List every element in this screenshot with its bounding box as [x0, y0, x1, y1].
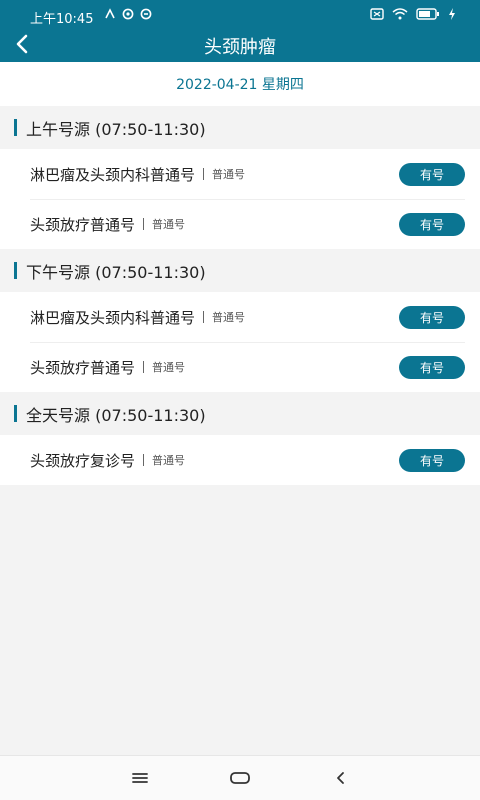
- section-morning: 上午号源 (07:50-11:30) 淋巴瘤及头颈内科普通号 普通号 有号 头颈…: [0, 106, 480, 249]
- clinic-type: 普通号: [212, 168, 246, 181]
- app-notification-icon-2: [140, 8, 152, 20]
- status-icons-right: [370, 8, 456, 20]
- clinic-name: 淋巴瘤及头颈内科普通号: [30, 165, 196, 184]
- back-icon: [337, 772, 344, 784]
- section-header: 上午号源 (07:50-11:30): [0, 106, 480, 149]
- clinic-name: 淋巴瘤及头颈内科普通号: [30, 308, 196, 327]
- divider: [203, 168, 205, 180]
- divider: [203, 311, 205, 323]
- page-title: 头颈肿瘤: [204, 37, 276, 58]
- clinic-type: 普通号: [152, 454, 186, 467]
- header: 上午10:45 头颈肿瘤: [0, 0, 480, 62]
- availability-button[interactable]: 有号: [399, 213, 465, 236]
- clinic-type: 普通号: [212, 311, 246, 324]
- availability-button[interactable]: 有号: [399, 163, 465, 186]
- status-time: 上午10:45: [30, 12, 94, 27]
- divider: [143, 454, 145, 466]
- clinic-type: 普通号: [152, 361, 186, 374]
- charging-icon: [449, 8, 455, 20]
- section-header: 全天号源 (07:50-11:30): [0, 392, 480, 435]
- section-accent-bar: [14, 405, 17, 422]
- home-icon: [230, 772, 250, 784]
- section-accent-bar: [14, 262, 17, 279]
- hd-signal-icon: [105, 8, 115, 19]
- nav-menu-button[interactable]: [128, 768, 152, 788]
- section-afternoon: 下午号源 (07:50-11:30) 淋巴瘤及头颈内科普通号 普通号 有号 头颈…: [0, 249, 480, 392]
- section-title: 上午号源 (07:50-11:30): [26, 119, 206, 139]
- status-icons-left: [104, 8, 152, 20]
- section-accent-bar: [14, 119, 17, 136]
- clinic-name: 头颈放疗普通号: [30, 358, 136, 377]
- date-text: 2022-04-21 星期四: [176, 77, 304, 93]
- nav-home-button[interactable]: [228, 768, 252, 788]
- app-bar: 头颈肿瘤: [0, 28, 480, 62]
- sim-icon: [370, 8, 384, 20]
- system-nav-bar: [0, 755, 480, 800]
- clinic-name: 头颈放疗复诊号: [30, 451, 136, 470]
- divider: [143, 218, 145, 230]
- nav-back-button[interactable]: [328, 768, 352, 788]
- divider: [143, 361, 145, 373]
- section-header: 下午号源 (07:50-11:30): [0, 249, 480, 292]
- section-title: 全天号源 (07:50-11:30): [26, 405, 206, 425]
- clinic-type: 普通号: [152, 218, 186, 231]
- availability-button[interactable]: 有号: [399, 356, 465, 379]
- section-title: 下午号源 (07:50-11:30): [26, 262, 206, 282]
- schedule-row[interactable]: 头颈放疗复诊号 普通号 有号: [0, 435, 480, 485]
- schedule-row[interactable]: 头颈放疗普通号 普通号 有号: [0, 199, 480, 249]
- clinic-name: 头颈放疗普通号: [30, 215, 136, 234]
- app-notification-icon: [122, 8, 134, 20]
- availability-button[interactable]: 有号: [399, 449, 465, 472]
- date-bar: 2022-04-21 星期四: [0, 62, 480, 106]
- availability-button[interactable]: 有号: [399, 306, 465, 329]
- status-bar: 上午10:45: [0, 0, 480, 28]
- schedule-row[interactable]: 淋巴瘤及头颈内科普通号 普通号 有号: [0, 149, 480, 199]
- battery-icon: [416, 8, 439, 20]
- menu-icon: [132, 773, 148, 783]
- section-all-day: 全天号源 (07:50-11:30) 头颈放疗复诊号 普通号 有号: [0, 392, 480, 485]
- schedule-row[interactable]: 淋巴瘤及头颈内科普通号 普通号 有号: [0, 292, 480, 342]
- schedule-row[interactable]: 头颈放疗普通号 普通号 有号: [0, 342, 480, 392]
- wifi-icon: [392, 8, 408, 20]
- screen: 上午10:45 头颈肿瘤 2022-04-21 星期四 上午号源 (07:50-…: [0, 0, 480, 800]
